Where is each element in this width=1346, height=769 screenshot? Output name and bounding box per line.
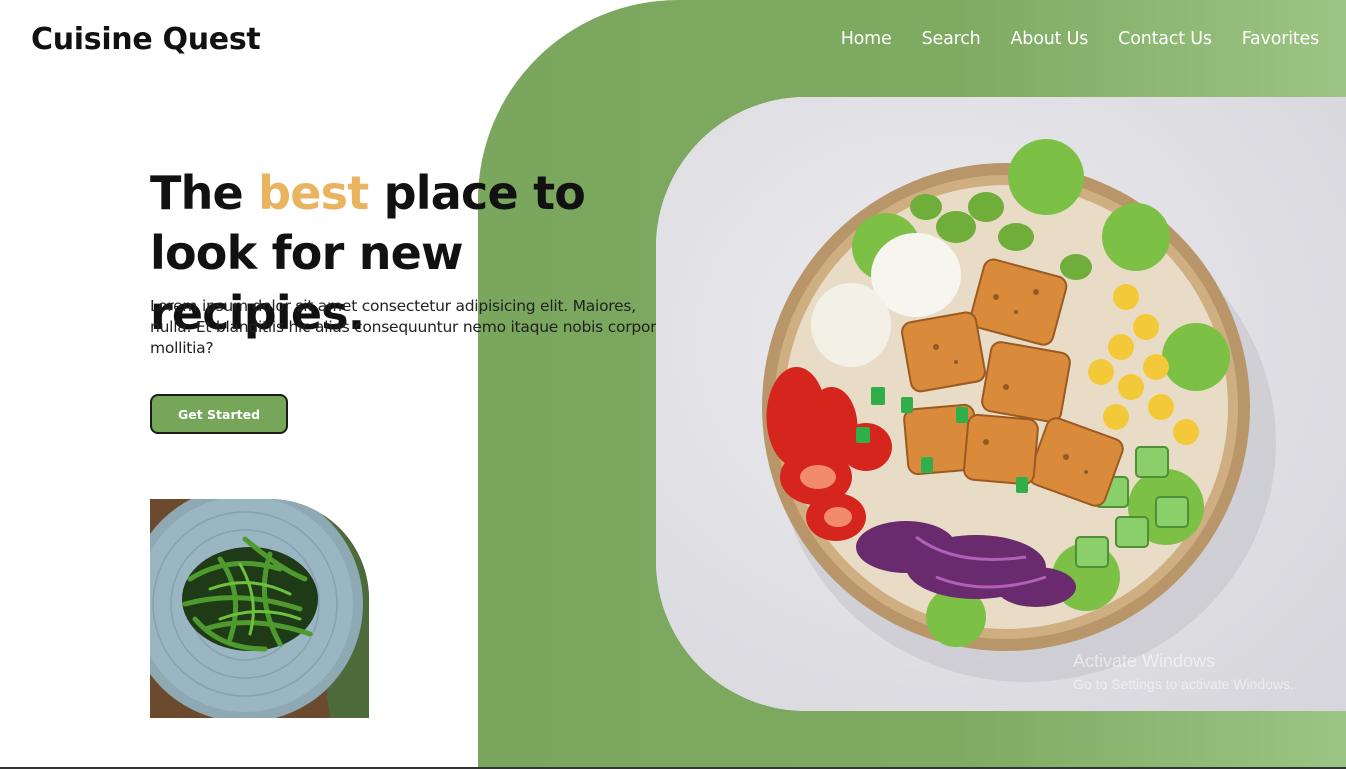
- windows-activation-watermark: Activate Windows Go to Settings to activ…: [1073, 651, 1294, 692]
- hero-title-accent: best: [258, 166, 369, 220]
- greens-bowl-image: [150, 499, 369, 718]
- nav-about-link[interactable]: About Us: [1011, 29, 1089, 49]
- hero-title-start: The: [150, 166, 259, 220]
- brand-logo[interactable]: Cuisine Quest: [31, 22, 261, 57]
- nav-favorites-link[interactable]: Favorites: [1242, 29, 1319, 49]
- nav-search-link[interactable]: Search: [922, 29, 981, 49]
- hero-description: Lorem ipsum dolor sit amet consectetur a…: [150, 297, 669, 357]
- nav-home-link[interactable]: Home: [841, 29, 892, 49]
- nav-contact-link[interactable]: Contact Us: [1118, 29, 1212, 49]
- get-started-button[interactable]: Get Started: [150, 394, 288, 434]
- watermark-title: Activate Windows: [1073, 651, 1216, 671]
- main-nav: Home Search About Us Contact Us Favorite…: [841, 29, 1319, 49]
- watermark-subtitle: Go to Settings to activate Windows.: [1073, 676, 1294, 692]
- salad-bowl-image: [656, 97, 1346, 711]
